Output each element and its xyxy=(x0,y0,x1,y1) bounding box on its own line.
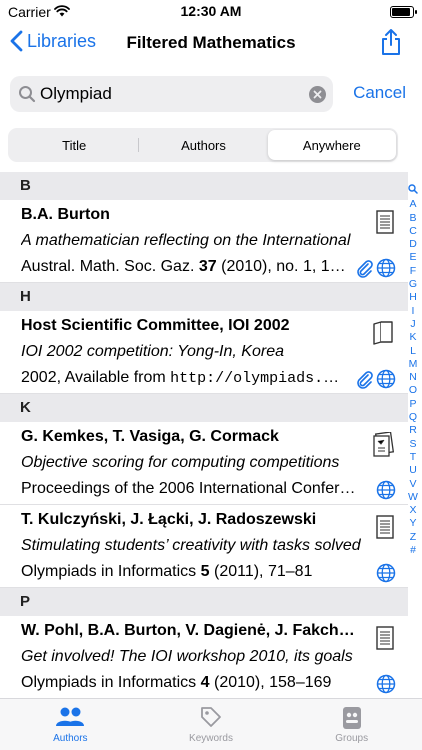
people-icon xyxy=(56,707,85,726)
cancel-button[interactable]: Cancel xyxy=(353,83,406,103)
index-letter[interactable]: F xyxy=(406,265,420,278)
globe-icon[interactable] xyxy=(376,258,396,278)
index-search-icon[interactable] xyxy=(406,184,420,198)
article-icon xyxy=(376,515,394,539)
attachment-icon xyxy=(357,371,373,389)
article-icon xyxy=(376,210,394,234)
status-bar: Carrier 12:30 AM xyxy=(0,0,422,24)
item-authors: Host Scientific Committee, IOI 2002 xyxy=(21,317,290,334)
book-icon xyxy=(373,321,393,345)
tab-label: Authors xyxy=(53,733,88,744)
index-letter[interactable]: X xyxy=(406,504,420,517)
item-publication: Proceedings of the 2006 International Co… xyxy=(21,480,361,497)
list-item[interactable]: T. Kulczyński, J. Łącki, J. Radoszewski … xyxy=(0,505,408,588)
index-letter[interactable]: L xyxy=(406,345,420,358)
index-letter[interactable]: N xyxy=(406,371,420,384)
index-letter[interactable]: Z xyxy=(406,531,420,544)
tab-bar: Authors Keywords Groups xyxy=(0,698,422,750)
item-publication: Olympiads in Informatics 4 (2010), 158–1… xyxy=(21,674,332,691)
globe-icon[interactable] xyxy=(376,369,396,389)
tab-groups[interactable]: Groups xyxy=(281,699,422,750)
share-icon xyxy=(382,29,400,55)
results-list: B B.A. Burton A mathematician reflecting… xyxy=(0,172,408,698)
section-header-p: P xyxy=(0,588,408,616)
search-scope-control: Title Authors Anywhere xyxy=(8,128,398,162)
item-title: Get involved! The IOI workshop 2010, its… xyxy=(21,648,353,665)
globe-icon[interactable] xyxy=(376,480,396,500)
index-letter[interactable]: J xyxy=(406,318,420,331)
section-header-h: H xyxy=(0,283,408,311)
article-icon xyxy=(376,626,394,650)
index-letter[interactable]: K xyxy=(406,331,420,344)
search-icon xyxy=(19,86,36,103)
index-letter[interactable]: O xyxy=(406,384,420,397)
index-letter[interactable]: H xyxy=(406,291,420,304)
index-letter[interactable]: D xyxy=(406,238,420,251)
item-publication: Austral. Math. Soc. Gaz. 37 (2010), no. … xyxy=(21,258,347,275)
search-bar[interactable] xyxy=(10,76,333,112)
index-letter[interactable]: P xyxy=(406,398,420,411)
index-letter[interactable]: C xyxy=(406,225,420,238)
index-letter[interactable]: Y xyxy=(406,517,420,530)
section-header-k: K xyxy=(0,394,408,422)
index-letter[interactable]: Q xyxy=(406,411,420,424)
index-letter[interactable]: B xyxy=(406,212,420,225)
index-letter[interactable]: R xyxy=(406,424,420,437)
index-letter[interactable]: T xyxy=(406,451,420,464)
item-authors: B.A. Burton xyxy=(21,206,110,223)
index-letter[interactable]: S xyxy=(406,438,420,451)
page-title: Filtered Mathematics xyxy=(126,33,296,52)
nav-bar: Libraries Filtered Mathematics xyxy=(0,24,422,64)
tab-label: Keywords xyxy=(189,733,233,744)
item-title: IOI 2002 competition: Yong-In, Korea xyxy=(21,343,284,360)
search-row: Cancel xyxy=(0,74,422,114)
section-index[interactable]: A B C D E F G H I J K L M N O P Q R S T … xyxy=(406,184,420,557)
proceedings-icon xyxy=(373,432,394,457)
index-letter[interactable]: E xyxy=(406,251,420,264)
segment-anywhere[interactable]: Anywhere xyxy=(267,130,396,160)
item-title: Objective scoring for computing competit… xyxy=(21,454,340,471)
index-letter[interactable]: G xyxy=(406,278,420,291)
item-authors: W. Pohl, B.A. Burton, V. Dagienė, J. Fak… xyxy=(21,622,361,639)
globe-icon[interactable] xyxy=(376,563,396,583)
search-input[interactable] xyxy=(40,82,300,106)
segment-authors[interactable]: Authors xyxy=(139,130,267,160)
clear-search-icon[interactable] xyxy=(309,86,326,103)
index-letter[interactable]: U xyxy=(406,464,420,477)
tab-authors[interactable]: Authors xyxy=(0,699,141,750)
item-authors: T. Kulczyński, J. Łącki, J. Radoszewski xyxy=(21,511,317,528)
index-letter[interactable]: I xyxy=(406,305,420,318)
index-letter[interactable]: M xyxy=(406,358,420,371)
item-title: A mathematician reflecting on the Intern… xyxy=(21,232,351,249)
share-button[interactable] xyxy=(380,28,402,61)
index-letter[interactable]: W xyxy=(406,491,420,504)
list-item[interactable]: G. Kemkes, T. Vasiga, G. Cormack Objecti… xyxy=(0,422,408,505)
index-letter[interactable]: # xyxy=(406,544,420,557)
item-publication: Olympiads in Informatics 5 (2011), 71–81 xyxy=(21,563,313,580)
battery-icon xyxy=(390,6,417,18)
groups-icon xyxy=(342,707,361,729)
globe-icon[interactable] xyxy=(376,674,396,694)
list-item[interactable]: Host Scientific Committee, IOI 2002 IOI … xyxy=(0,311,408,394)
index-letter[interactable]: V xyxy=(406,478,420,491)
segment-title[interactable]: Title xyxy=(10,130,138,160)
item-title: Stimulating students’ creativity with ta… xyxy=(21,537,361,554)
tab-keywords[interactable]: Keywords xyxy=(141,699,282,750)
index-letter[interactable]: A xyxy=(406,198,420,211)
list-item[interactable]: B.A. Burton A mathematician reflecting o… xyxy=(0,200,408,283)
section-header-b: B xyxy=(0,172,408,200)
clock: 12:30 AM xyxy=(180,3,242,19)
tab-label: Groups xyxy=(335,733,369,744)
attachment-icon xyxy=(357,260,373,278)
tag-icon xyxy=(201,707,221,727)
list-item[interactable]: W. Pohl, B.A. Burton, V. Dagienė, J. Fak… xyxy=(0,616,408,698)
item-publication: 2002, Available from http://olympiads.wi… xyxy=(21,369,347,387)
item-authors: G. Kemkes, T. Vasiga, G. Cormack xyxy=(21,428,279,445)
